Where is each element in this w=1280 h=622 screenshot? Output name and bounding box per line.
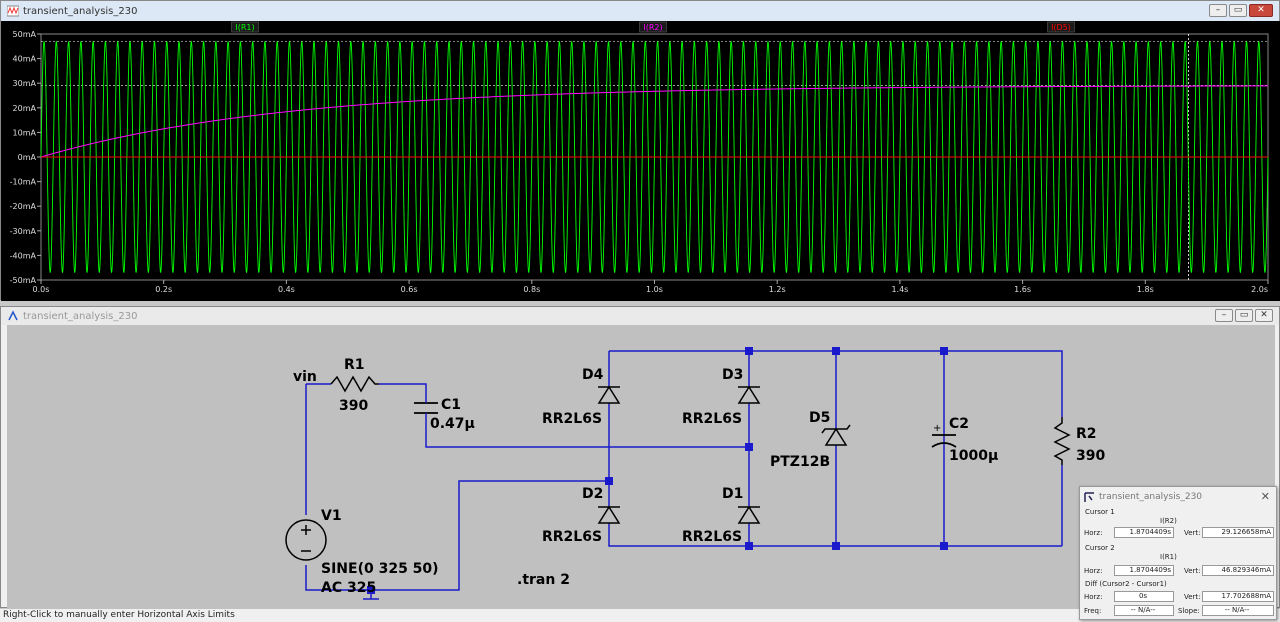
d4-model[interactable]: RR2L6S: [542, 411, 602, 427]
d2-model[interactable]: RR2L6S: [542, 529, 602, 545]
x-tick-label: 0.4s: [278, 285, 295, 294]
cursor1-trace: I(R2): [1160, 517, 1177, 525]
x-tick-label: 2.0s: [1251, 285, 1268, 294]
y-tick-label: -50mA: [10, 276, 37, 285]
schematic-icon: [8, 310, 18, 321]
y-tick-label: 50mA: [13, 30, 37, 39]
waveform-window: transient_analysis_230 – ▭ ✕ 50mA 40mA 30m…: [0, 0, 1280, 301]
waveform-icon: [7, 5, 19, 17]
diff-horz-label: Horz:: [1084, 593, 1103, 601]
cursor2-label: Cursor 2: [1085, 544, 1115, 552]
schematic-minimize-button[interactable]: –: [1215, 309, 1233, 322]
net-label-vin[interactable]: vin: [293, 369, 317, 385]
d1-name[interactable]: D1: [722, 486, 743, 502]
x-tick-label: 0.6s: [401, 285, 418, 294]
diff-label: Diff (Cursor2 - Cursor1): [1085, 580, 1167, 588]
waveform-window-title: transient_analysis_230: [23, 5, 138, 17]
d3-model[interactable]: RR2L6S: [682, 411, 742, 427]
trace-label[interactable]: I(R2): [643, 23, 662, 32]
x-tick-label: 0.0s: [33, 285, 50, 294]
cursor-icon: [1084, 491, 1094, 502]
schematic-restore-button[interactable]: ▭: [1235, 309, 1253, 322]
y-tick-label: -20mA: [10, 202, 37, 211]
r1-name[interactable]: R1: [344, 357, 365, 373]
c1-name[interactable]: C1: [441, 397, 461, 413]
slope-field[interactable]: -- N/A--: [1202, 605, 1274, 616]
x-tick-label: 0.2s: [155, 285, 172, 294]
diff-vert-label: Vert:: [1184, 593, 1201, 601]
r2-name[interactable]: R2: [1076, 426, 1097, 442]
diff-horz-field[interactable]: 0s: [1114, 591, 1174, 602]
voltage-source-v1-symbol[interactable]: [285, 519, 327, 561]
waveform-plot[interactable]: 50mA 40mA 30mA 20mA 10mA 0mA -10mA -20mA -30mA -4…: [1, 21, 1280, 301]
schematic-titlebar[interactable]: transient_analysis_230 – ▭ ✕: [1, 307, 1279, 325]
schematic-close-button[interactable]: ✕: [1255, 309, 1273, 322]
r1-value[interactable]: 390: [339, 398, 368, 414]
x-tick-label: 1.2s: [769, 285, 786, 294]
cursor1-vert-field[interactable]: 29.126658mA: [1202, 527, 1274, 538]
cursor-window-title: transient_analysis_230: [1099, 492, 1203, 502]
cursor2-trace: I(R1): [1160, 553, 1177, 561]
tran-directive[interactable]: .tran 2: [517, 572, 570, 588]
x-tick-label: 1.4s: [891, 285, 908, 294]
d2-name[interactable]: D2: [582, 486, 603, 502]
c2-name[interactable]: C2: [949, 416, 969, 432]
svg-text:+: +: [933, 423, 941, 434]
diff-vert-field[interactable]: 17.702688mA: [1202, 591, 1274, 602]
v1-ac[interactable]: AC 325: [321, 580, 376, 596]
cursor-window: transient_analysis_230 ✕ Cursor 1 I(R2) …: [1079, 486, 1277, 620]
c1-value[interactable]: 0.47µ: [430, 416, 475, 432]
cursor1-vert-label: Vert:: [1184, 529, 1201, 537]
d5-model[interactable]: PTZ12B: [770, 454, 830, 470]
x-tick-label: 1.8s: [1137, 285, 1154, 294]
schematic-window-title: transient_analysis_230: [23, 310, 138, 322]
x-tick-label: 1.6s: [1014, 285, 1031, 294]
cursor-window-titlebar[interactable]: transient_analysis_230: [1080, 487, 1276, 507]
cursor1-label: Cursor 1: [1085, 508, 1115, 516]
d5-name[interactable]: D5: [809, 410, 830, 426]
trace-label[interactable]: I(D5): [1051, 23, 1071, 32]
y-tick-label: -10mA: [10, 178, 37, 187]
y-tick-label: -30mA: [10, 227, 37, 236]
v1-value[interactable]: SINE(0 325 50): [321, 561, 439, 577]
freq-field[interactable]: -- N/A--: [1114, 605, 1174, 616]
d1-model[interactable]: RR2L6S: [682, 529, 742, 545]
d3-name[interactable]: D3: [722, 367, 743, 383]
close-button[interactable]: ✕: [1249, 4, 1273, 17]
cursor1-horz-field[interactable]: 1.8704409s: [1114, 527, 1174, 538]
cursor1-horz-label: Horz:: [1084, 529, 1103, 537]
v1-name[interactable]: V1: [321, 508, 342, 524]
cursor2-horz-label: Horz:: [1084, 567, 1103, 575]
y-tick-label: 20mA: [13, 104, 37, 113]
y-tick-label: 0mA: [18, 153, 37, 162]
minimize-button[interactable]: –: [1209, 4, 1227, 17]
c2-value[interactable]: 1000µ: [949, 448, 998, 464]
close-icon[interactable]: ✕: [1261, 490, 1270, 503]
r2-value[interactable]: 390: [1076, 448, 1105, 464]
x-tick-label: 0.8s: [523, 285, 540, 294]
restore-button[interactable]: ▭: [1229, 4, 1247, 17]
y-tick-label: 40mA: [13, 55, 37, 64]
slope-label: Slope:: [1178, 607, 1200, 615]
d4-name[interactable]: D4: [582, 367, 604, 383]
freq-label: Freq:: [1084, 607, 1102, 615]
waveform-titlebar[interactable]: transient_analysis_230 – ▭ ✕: [1, 1, 1279, 21]
y-tick-label: 10mA: [13, 128, 37, 137]
cursor2-vert-label: Vert:: [1184, 567, 1201, 575]
cursor2-vert-field[interactable]: 46.829346mA: [1202, 565, 1274, 576]
cursor2-horz-field[interactable]: 1.8704409s: [1114, 565, 1174, 576]
y-tick-label: -40mA: [10, 251, 37, 260]
y-tick-label: 30mA: [13, 79, 37, 88]
trace-label[interactable]: I(R1): [235, 23, 254, 32]
x-tick-label: 1.0s: [646, 285, 663, 294]
